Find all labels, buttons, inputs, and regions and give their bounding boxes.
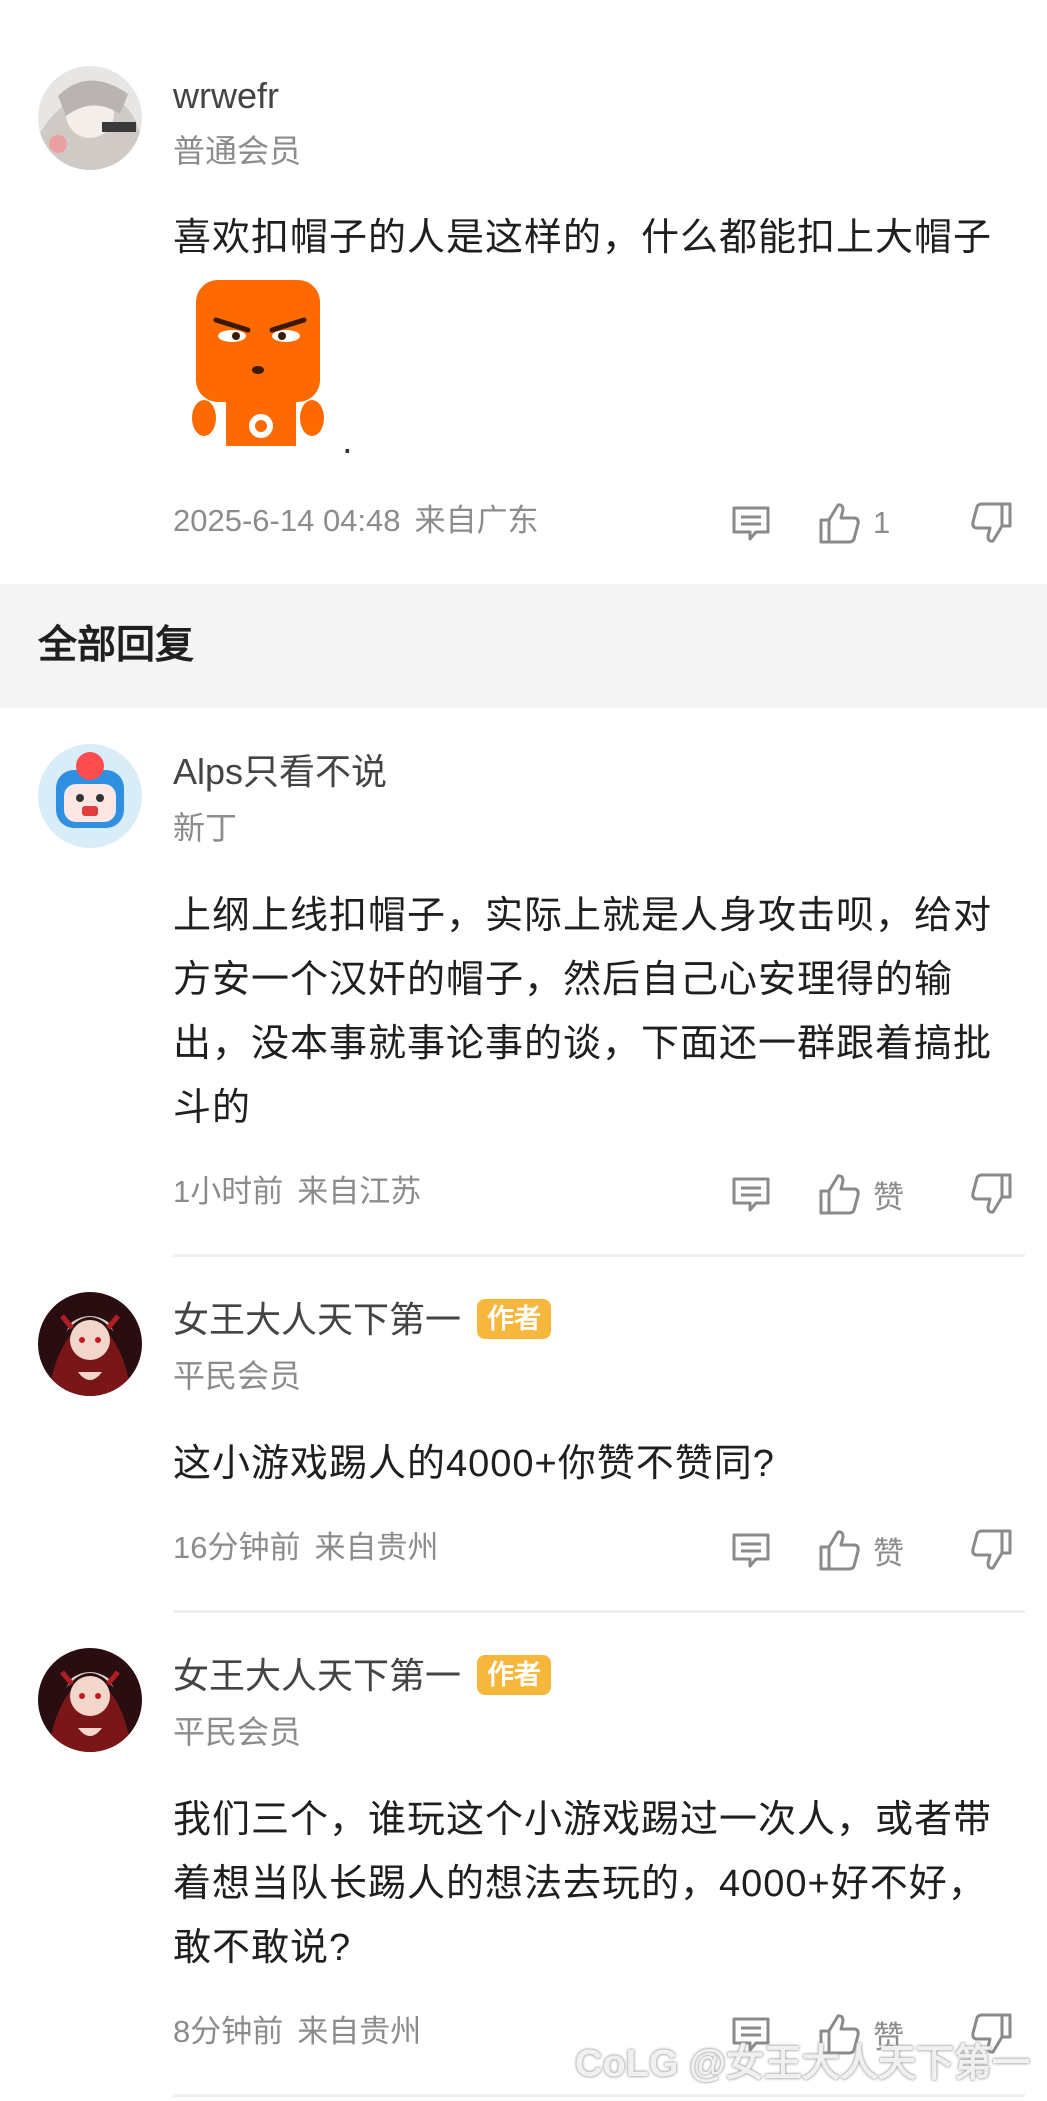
location: 来自贵州 (314, 1530, 439, 1565)
watermark-text: @女王大人天下第一 (689, 2043, 1031, 2085)
reply-button[interactable] (728, 1526, 774, 1574)
location: 来自江苏 (297, 1174, 422, 1209)
action-bar: 赞 (728, 1170, 1028, 1218)
like-count: 1 (873, 505, 891, 540)
username[interactable]: 女王大人天下第一 (173, 1299, 461, 1340)
avatar[interactable] (38, 1292, 142, 1396)
trailing-dot: . (342, 420, 353, 462)
action-bar: 1 (728, 499, 1028, 547)
reply-button[interactable] (728, 1170, 774, 1218)
username[interactable]: Alps只看不说 (173, 750, 387, 794)
comment-text: 我们三个，谁玩这个小游戏踢过一次人，或者带着想当队长踢人的想法去玩的，4000+… (173, 1799, 993, 1969)
angry-face-emoji-icon (186, 276, 336, 452)
divider (173, 1610, 1025, 1613)
comment-text: 上纲上线扣帽子，实际上就是人身攻击呗，给对方安一个汉奸的帽子，然后自己心安理得的… (173, 895, 993, 1129)
comment-meta: 16分钟前 来自贵州 (173, 1528, 438, 1568)
timestamp: 16分钟前 (173, 1530, 301, 1565)
comment-text: 喜欢扣帽子的人是这样的，什么都能扣上大帽子 (173, 217, 993, 259)
avatar-image (38, 744, 142, 848)
thumbs-up-icon (819, 1174, 860, 1215)
username[interactable]: wrwefr (173, 74, 279, 118)
thumbs-down-icon (971, 1173, 1012, 1214)
member-level: 平民会员 (173, 1714, 302, 1750)
dislike-button[interactable] (968, 499, 1014, 547)
like-label: 赞 (873, 1535, 904, 1571)
comment-text: 这小游戏踢人的4000+你赞不赞同? (173, 1443, 775, 1485)
username-row: 女王大人天下第一 作者 (173, 1298, 552, 1342)
avatar-image (38, 1292, 142, 1396)
divider (173, 2094, 1025, 2097)
avatar[interactable] (38, 66, 142, 170)
dislike-button[interactable] (968, 1170, 1014, 1218)
timestamp: 8分钟前 (173, 2014, 284, 2049)
member-level: 普通会员 (173, 133, 302, 169)
location: 来自贵州 (297, 2014, 422, 2049)
member-level: 平民会员 (173, 1358, 302, 1394)
comment-icon (732, 506, 770, 541)
timestamp: 1小时前 (173, 1174, 284, 1209)
username-row: 女王大人天下第一 作者 (173, 1654, 552, 1698)
comment-icon (732, 1533, 770, 1568)
watermark: CoLG @女王大人天下第一 (575, 2032, 1030, 2087)
location: 来自广东 (414, 503, 539, 538)
comment-meta: 8分钟前 来自贵州 (173, 2012, 421, 2052)
watermark-logo: CoLG (575, 2043, 679, 2085)
author-badge: 作者 (477, 1655, 552, 1696)
like-button[interactable]: 1 (817, 499, 890, 547)
thumbs-down-icon (971, 502, 1012, 543)
like-button[interactable]: 赞 (817, 1526, 904, 1574)
dislike-button[interactable] (968, 1526, 1014, 1574)
timestamp: 2025-6-14 04:48 (173, 503, 401, 538)
avatar-image (38, 66, 142, 170)
section-title: 全部回复 (38, 624, 195, 667)
section-header: 全部回复 (0, 584, 1047, 708)
username[interactable]: 女王大人天下第一 (173, 1655, 461, 1696)
author-badge: 作者 (477, 1299, 552, 1340)
like-button[interactable]: 赞 (817, 1170, 904, 1218)
action-bar: 赞 (728, 1526, 1028, 1574)
like-label: 赞 (873, 1179, 904, 1215)
comment-meta: 2025-6-14 04:48 来自广东 (173, 501, 539, 541)
member-level: 新丁 (173, 810, 238, 846)
avatar[interactable] (38, 1648, 142, 1752)
avatar-image (38, 1648, 142, 1752)
comment-icon (732, 1177, 770, 1212)
avatar[interactable] (38, 744, 142, 848)
reply-button[interactable] (728, 499, 774, 547)
divider (173, 1254, 1025, 1257)
comment-meta: 1小时前 来自江苏 (173, 1172, 421, 1212)
thumbs-up-icon (819, 1530, 860, 1571)
thumbs-down-icon (971, 1529, 1012, 1570)
thumbs-up-icon (819, 503, 860, 544)
